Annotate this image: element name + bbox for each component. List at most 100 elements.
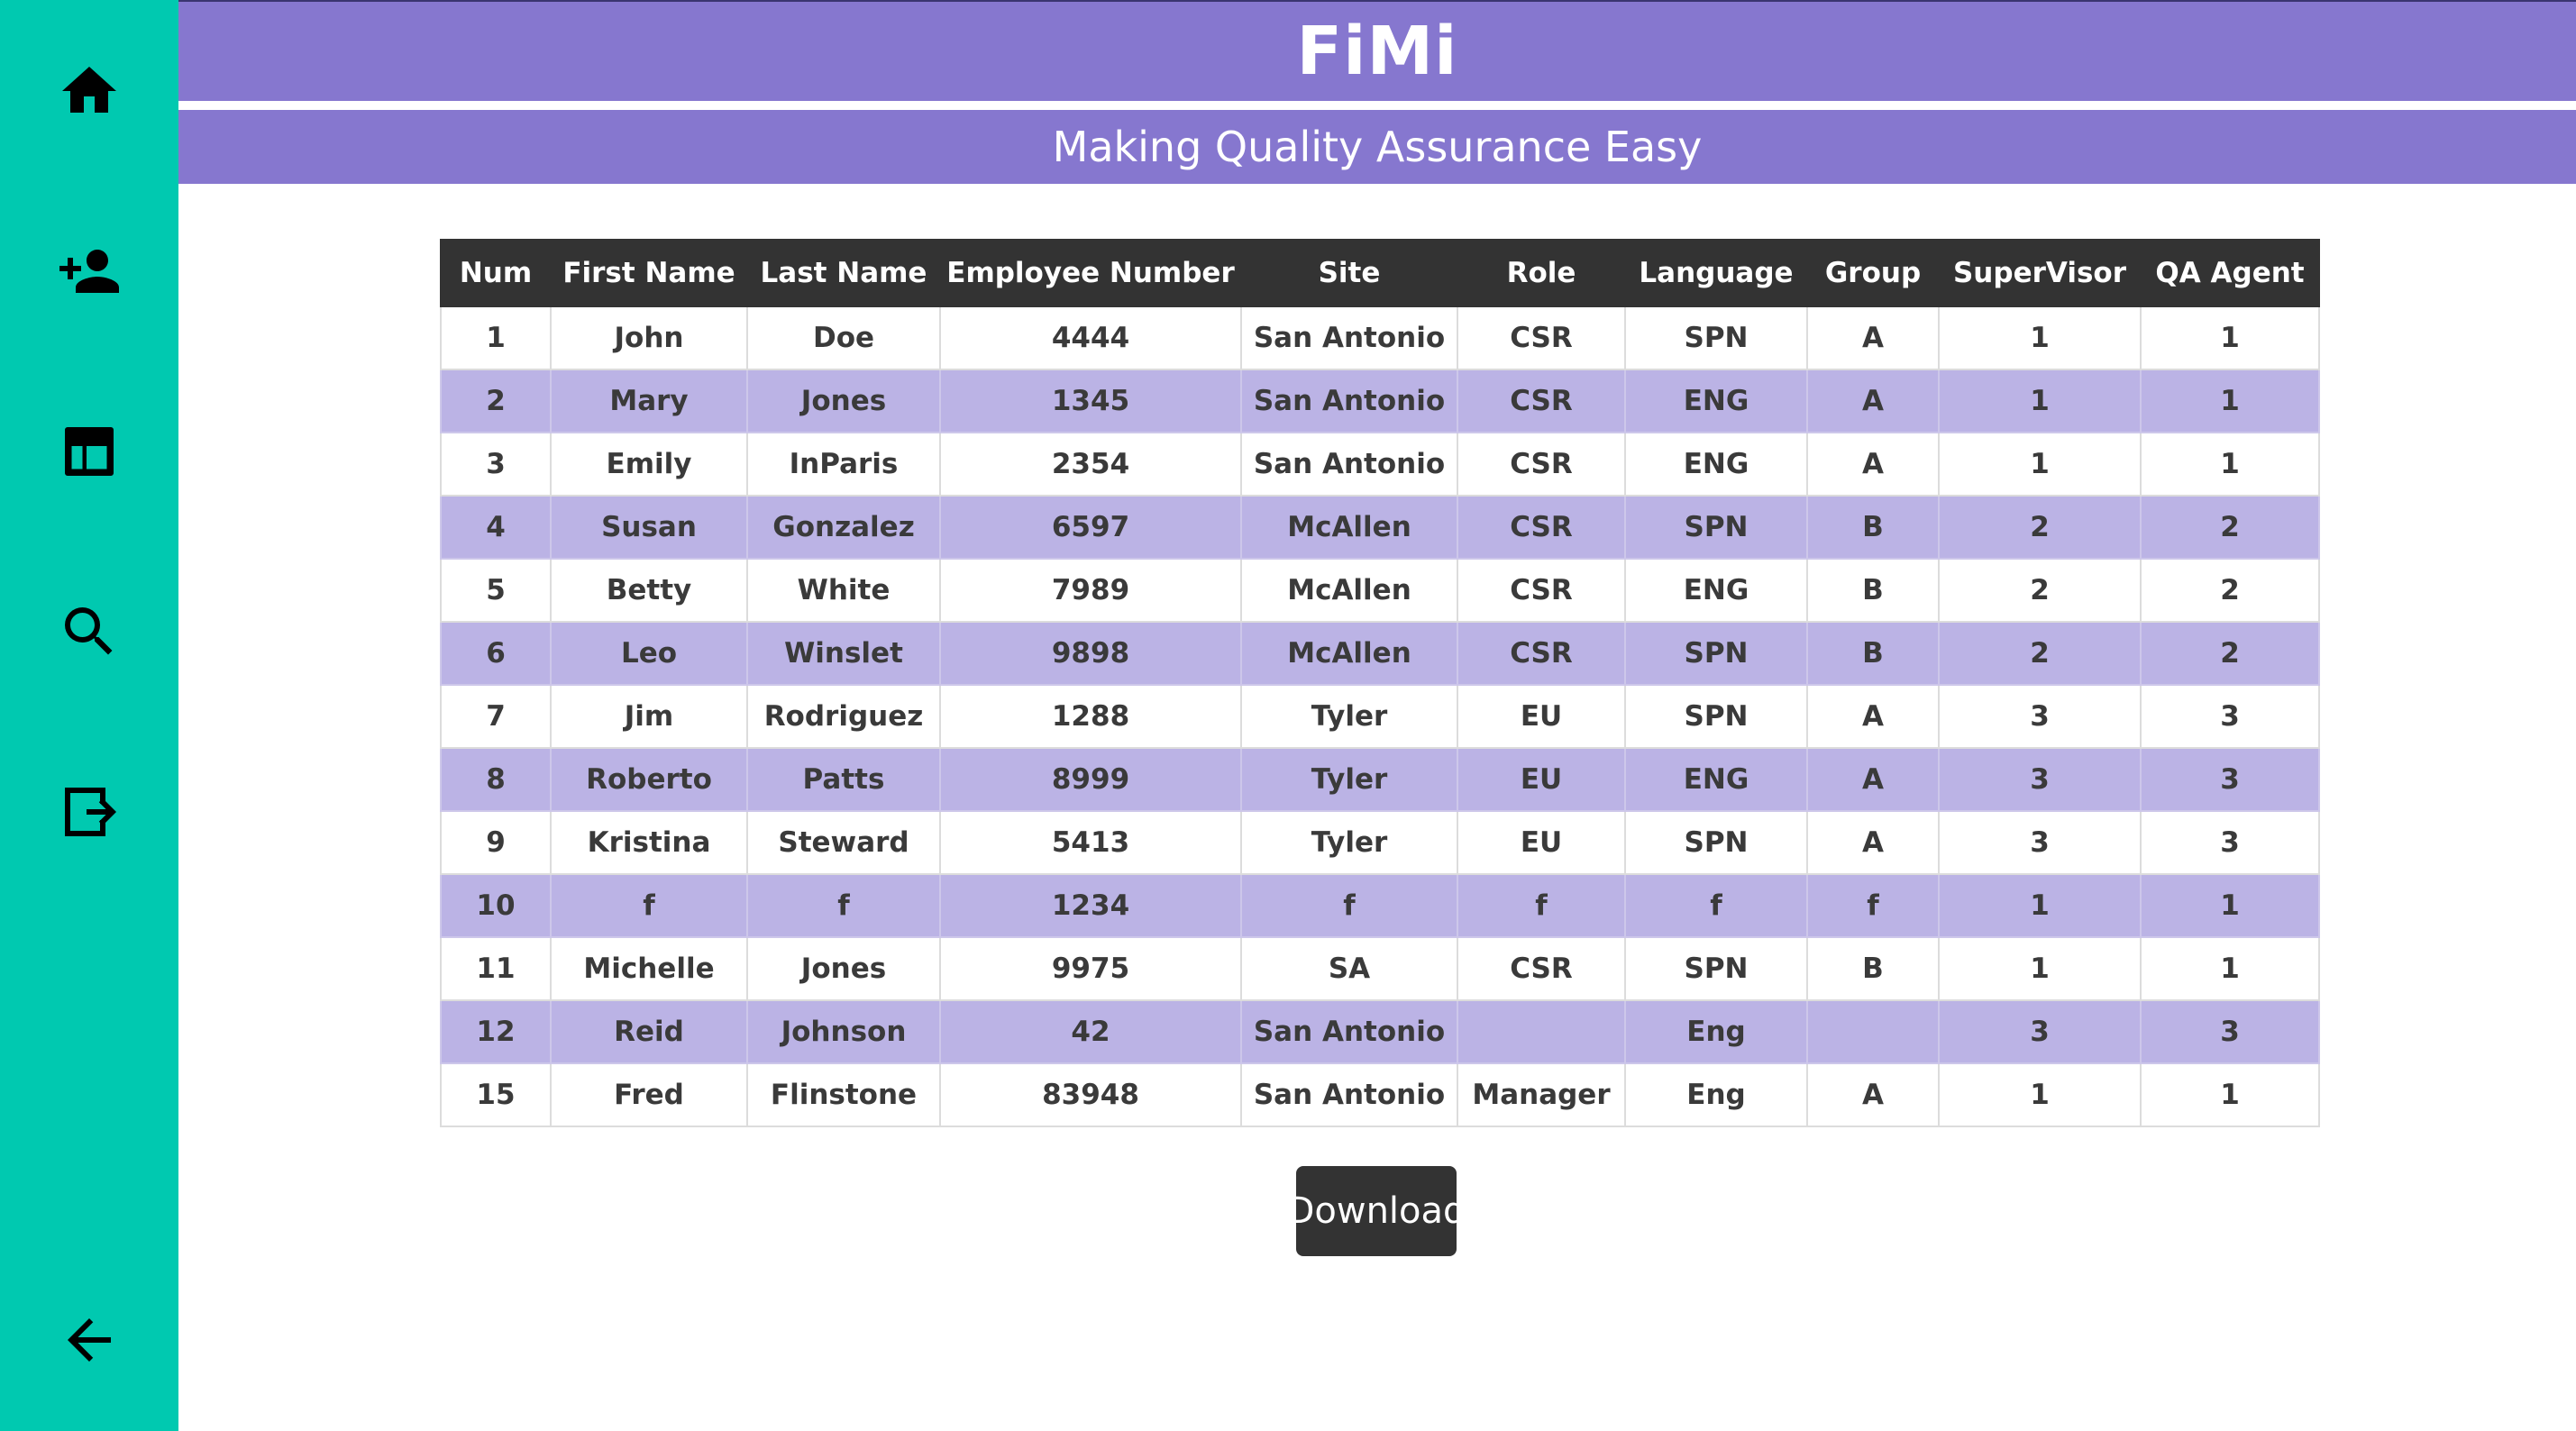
cell-employee-number: 9975 (939, 936, 1242, 1001)
table-row[interactable]: 3 Emily InParis 2354 San Antonio CSR ENG A 1 1 (440, 432, 2320, 497)
cell-role: CSR (1457, 305, 1626, 370)
search-icon (65, 607, 113, 655)
cell-language: f (1624, 873, 1808, 938)
cell-employee-number: 7989 (939, 558, 1242, 623)
cell-employee-number: 5413 (939, 810, 1242, 875)
table-row[interactable]: 9 Kristina Steward 5413 Tyler EU SPN A 3 3 (440, 810, 2320, 875)
app-title: FiMi (1296, 13, 1458, 90)
table-row[interactable]: 8 Roberto Patts 8999 Tyler EU ENG A 3 3 (440, 747, 2320, 812)
cell-qa-agent: 1 (2140, 369, 2320, 433)
column-header-last-name[interactable]: Last Name (746, 239, 941, 307)
cell-employee-number: 9898 (939, 621, 1242, 686)
column-header-num[interactable]: Num (440, 239, 552, 307)
table-row[interactable]: 4 Susan Gonzalez 6597 McAllen CSR SPN B 2 2 (440, 495, 2320, 560)
sidebar-item-back[interactable] (0, 1286, 178, 1394)
column-header-role[interactable]: Role (1457, 239, 1626, 307)
cell-supervisor: 1 (1938, 432, 2142, 497)
column-header-qa-agent[interactable]: QA Agent (2140, 239, 2320, 307)
cell-role (1457, 999, 1626, 1064)
cell-site: SA (1240, 936, 1458, 1001)
sidebar-item-add-user[interactable] (0, 217, 178, 325)
home-icon (62, 67, 116, 113)
sidebar-item-export[interactable] (0, 758, 178, 866)
cell-qa-agent: 1 (2140, 305, 2320, 370)
cell-employee-number: 8999 (939, 747, 1242, 812)
header-divider (178, 101, 2576, 110)
cell-employee-number: 1345 (939, 369, 1242, 433)
table-row[interactable]: 11 Michelle Jones 9975 SA CSR SPN B 1 1 (440, 936, 2320, 1001)
cell-num: 10 (440, 873, 552, 938)
cell-first-name: Susan (550, 495, 748, 560)
column-header-site[interactable]: Site (1240, 239, 1458, 307)
cell-role: f (1457, 873, 1626, 938)
cell-supervisor: 2 (1938, 495, 2142, 560)
table-row[interactable]: 6 Leo Winslet 9898 McAllen CSR SPN B 2 2 (440, 621, 2320, 686)
cell-supervisor: 1 (1938, 936, 2142, 1001)
column-header-group[interactable]: Group (1806, 239, 1940, 307)
cell-role: EU (1457, 747, 1626, 812)
cell-num: 5 (440, 558, 552, 623)
cell-group: B (1806, 936, 1940, 1001)
cell-site: San Antonio (1240, 1062, 1458, 1127)
table-row[interactable]: 12 Reid Johnson 42 San Antonio Eng 3 3 (440, 999, 2320, 1064)
table-row[interactable]: 7 Jim Rodriguez 1288 Tyler EU SPN A 3 3 (440, 684, 2320, 749)
app-root: FiMi Making Quality Assurance Easy Num F… (0, 0, 2576, 1431)
cell-language: SPN (1624, 621, 1808, 686)
cell-first-name: Michelle (550, 936, 748, 1001)
sidebar-item-table[interactable] (0, 397, 178, 506)
table-icon (65, 427, 114, 476)
cell-first-name: Jim (550, 684, 748, 749)
cell-first-name: John (550, 305, 748, 370)
table-row[interactable]: 1 John Doe 4444 San Antonio CSR SPN A 1 1 (440, 305, 2320, 370)
sidebar-item-home[interactable] (0, 37, 178, 145)
download-button[interactable]: Download (1287, 1166, 1466, 1256)
logout-icon (65, 788, 116, 836)
cell-first-name: Leo (550, 621, 748, 686)
cell-group: A (1806, 684, 1940, 749)
cell-supervisor: 1 (1938, 305, 2142, 370)
cell-last-name: White (746, 558, 941, 623)
cell-role: CSR (1457, 621, 1626, 686)
cell-role: EU (1457, 810, 1626, 875)
table-row[interactable]: 15 Fred Flinstone 83948 San Antonio Manager En… (440, 1062, 2320, 1127)
cell-qa-agent: 1 (2140, 432, 2320, 497)
back-arrow-icon (68, 1318, 111, 1362)
cell-qa-agent: 1 (2140, 873, 2320, 938)
cell-last-name: Flinstone (746, 1062, 941, 1127)
table-row[interactable]: 2 Mary Jones 1345 San Antonio CSR ENG A 1 1 (440, 369, 2320, 433)
column-header-first-name[interactable]: First Name (550, 239, 748, 307)
cell-group: B (1806, 621, 1940, 686)
cell-last-name: Johnson (746, 999, 941, 1064)
cell-qa-agent: 3 (2140, 810, 2320, 875)
cell-group: A (1806, 747, 1940, 812)
cell-site: McAllen (1240, 621, 1458, 686)
cell-language: SPN (1624, 936, 1808, 1001)
app-header: FiMi (178, 0, 2576, 101)
cell-first-name: f (550, 873, 748, 938)
cell-first-name: Mary (550, 369, 748, 433)
cell-num: 1 (440, 305, 552, 370)
table-body: 1 John Doe 4444 San Antonio CSR SPN A 1 1 2 Mary Jon… (440, 305, 2320, 1127)
sidebar (0, 0, 178, 1431)
column-header-language[interactable]: Language (1624, 239, 1808, 307)
cell-first-name: Emily (550, 432, 748, 497)
cell-employee-number: 2354 (939, 432, 1242, 497)
table-row[interactable]: 5 Betty White 7989 McAllen CSR ENG B 2 2 (440, 558, 2320, 623)
cell-language: ENG (1624, 369, 1808, 433)
cell-qa-agent: 2 (2140, 558, 2320, 623)
cell-language: SPN (1624, 810, 1808, 875)
cell-qa-agent: 3 (2140, 684, 2320, 749)
cell-site: Tyler (1240, 684, 1458, 749)
table-row[interactable]: 10 f f 1234 f f f f 1 1 (440, 873, 2320, 938)
sidebar-item-search[interactable] (0, 578, 178, 686)
cell-num: 6 (440, 621, 552, 686)
cell-last-name: f (746, 873, 941, 938)
cell-supervisor: 3 (1938, 747, 2142, 812)
cell-num: 15 (440, 1062, 552, 1127)
cell-group: B (1806, 558, 1940, 623)
column-header-employee-number[interactable]: Employee Number (939, 239, 1242, 307)
column-header-supervisor[interactable]: SuperVisor (1938, 239, 2142, 307)
cell-qa-agent: 3 (2140, 747, 2320, 812)
add-user-icon (59, 250, 119, 293)
cell-num: 3 (440, 432, 552, 497)
